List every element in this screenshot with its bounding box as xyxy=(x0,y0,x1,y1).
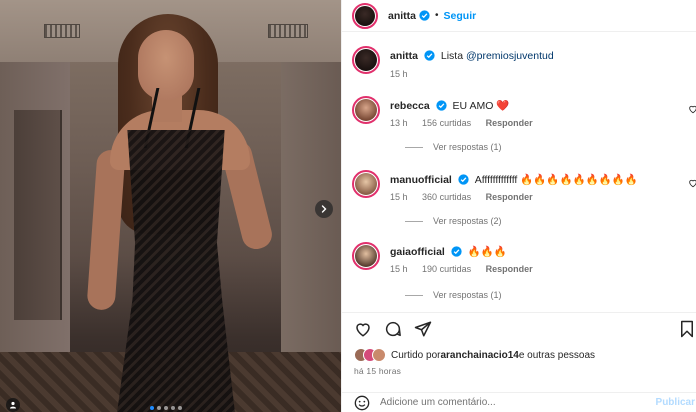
caption: anitta Lista @premiosjuventud 15 h xyxy=(352,46,692,86)
carousel-indicator xyxy=(150,406,182,410)
view-replies-button[interactable]: Ver respostas (1) xyxy=(405,142,502,152)
view-replies-label: Ver respostas (1) xyxy=(433,142,502,152)
action-bar xyxy=(342,312,696,342)
publish-button[interactable]: Publicar xyxy=(656,397,695,408)
carousel-next-button[interactable] xyxy=(315,200,333,218)
carousel-dot xyxy=(157,406,161,410)
reply-button[interactable]: Responder xyxy=(486,264,533,274)
comment-likes[interactable]: 360 curtidas xyxy=(422,192,471,202)
comment-icon[interactable] xyxy=(384,320,402,338)
post-header: anitta • Seguir xyxy=(342,0,696,32)
carousel-dot-active xyxy=(150,406,154,410)
comment-likes[interactable]: 190 curtidas xyxy=(422,264,471,274)
caption-mention[interactable]: @premiosjuventud xyxy=(466,50,554,62)
black-lace-dress xyxy=(117,130,235,412)
view-replies-label: Ver respostas (1) xyxy=(433,290,502,300)
view-replies-button[interactable]: Ver respostas (1) xyxy=(405,290,502,300)
divider xyxy=(405,146,423,148)
verified-badge-icon xyxy=(458,174,469,185)
reply-button[interactable]: Responder xyxy=(486,118,533,128)
liked-by-user[interactable]: aranchainacio14 xyxy=(440,350,518,361)
liked-by-suffix[interactable]: e outras pessoas xyxy=(519,350,595,361)
comment-username[interactable]: gaiaofficial xyxy=(390,246,445,258)
follow-button[interactable]: Seguir xyxy=(444,10,477,22)
comment-item: rebecca EU AMO ❤️ 13 h 156 curtidas Resp… xyxy=(352,96,696,160)
separator: • xyxy=(435,10,439,21)
caption-username[interactable]: anitta xyxy=(390,50,418,62)
post-timestamp[interactable]: há 15 horas xyxy=(354,366,401,376)
post-side-panel: anitta • Seguir anitta Lista @premiosjuv… xyxy=(341,0,696,412)
comment-text: 🔥🔥🔥 xyxy=(467,246,507,258)
comment-time[interactable]: 15 h xyxy=(390,264,408,274)
verified-badge-icon xyxy=(435,100,447,111)
verified-badge-icon xyxy=(419,10,430,21)
comment-username[interactable]: rebecca xyxy=(390,100,430,112)
liked-by[interactable]: Curtido por aranchainacio14 e outras pes… xyxy=(354,348,595,362)
carousel-dot xyxy=(171,406,175,410)
verified-badge-icon xyxy=(451,246,462,257)
door xyxy=(14,110,62,320)
view-replies-label: Ver respostas (2) xyxy=(433,216,502,226)
bookmark-icon[interactable] xyxy=(679,320,695,338)
ceiling-vent xyxy=(44,24,80,38)
avatar xyxy=(372,348,386,362)
avatar[interactable] xyxy=(352,96,380,124)
post-image[interactable] xyxy=(0,0,341,412)
divider xyxy=(405,294,423,296)
user-tag-icon xyxy=(10,401,16,409)
comment-time[interactable]: 15 h xyxy=(390,192,408,202)
verified-badge-icon xyxy=(424,50,435,61)
share-icon[interactable] xyxy=(414,320,432,338)
heart-icon[interactable] xyxy=(688,178,696,188)
person-arm xyxy=(86,149,126,311)
avatar[interactable] xyxy=(352,46,380,74)
comment-text: Afffffffffffff 🔥🔥🔥🔥🔥🔥🔥🔥🔥 xyxy=(474,174,638,186)
tagged-users-button[interactable] xyxy=(6,398,20,412)
comment-item: manuofficial Afffffffffffff 🔥🔥🔥🔥🔥🔥🔥🔥🔥 15… xyxy=(352,170,696,234)
divider xyxy=(405,220,423,222)
heart-icon[interactable] xyxy=(354,320,372,338)
avatar[interactable] xyxy=(352,2,378,29)
comment-input[interactable] xyxy=(380,397,630,408)
carousel-dot xyxy=(178,406,182,410)
avatar[interactable] xyxy=(352,170,380,198)
comments-list[interactable]: anitta Lista @premiosjuventud 15 h rebec… xyxy=(342,38,696,306)
caption-text: Lista xyxy=(440,50,466,62)
header-username[interactable]: anitta xyxy=(388,10,416,22)
emoji-icon[interactable] xyxy=(354,395,370,411)
view-replies-button[interactable]: Ver respostas (2) xyxy=(405,216,502,226)
comment-item: gaiaofficial 🔥🔥🔥 15 h 190 curtidas Respo… xyxy=(352,242,692,306)
chevron-right-icon xyxy=(321,205,327,213)
liker-avatars xyxy=(354,348,386,362)
reply-button[interactable]: Responder xyxy=(486,192,533,202)
carousel-dot xyxy=(164,406,168,410)
comment-likes[interactable]: 156 curtidas xyxy=(422,118,471,128)
ceiling-vent xyxy=(268,24,308,38)
add-comment-bar: Publicar xyxy=(342,392,696,412)
avatar[interactable] xyxy=(352,242,380,270)
heart-icon[interactable] xyxy=(688,104,696,114)
caption-time[interactable]: 15 h xyxy=(390,69,408,79)
comment-time[interactable]: 13 h xyxy=(390,118,408,128)
liked-by-prefix: Curtido por xyxy=(391,349,441,361)
comment-text: EU AMO ❤️ xyxy=(452,100,510,112)
comment-username[interactable]: manuofficial xyxy=(390,174,452,186)
